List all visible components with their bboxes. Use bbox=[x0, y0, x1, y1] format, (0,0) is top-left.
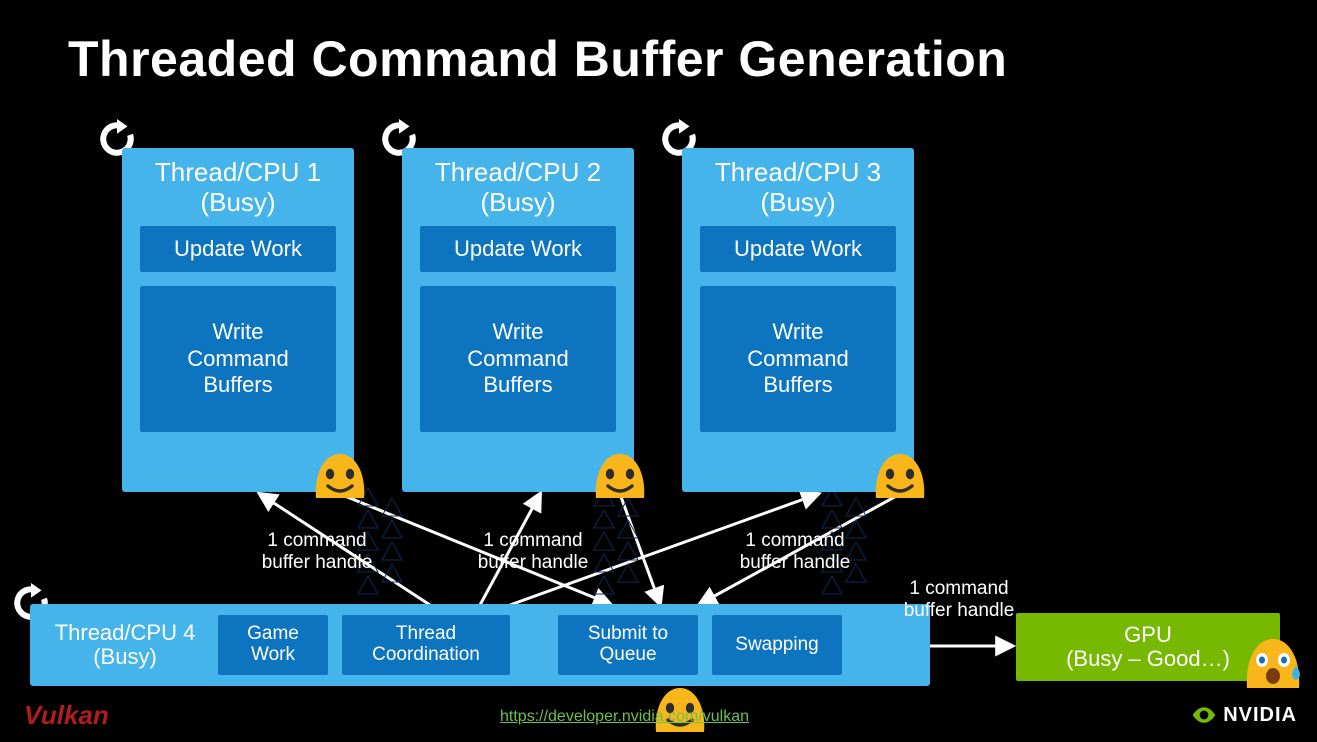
write-buffers-box: WriteCommandBuffers bbox=[140, 286, 336, 432]
game-work-box: GameWork bbox=[218, 615, 328, 675]
thread-title: Thread/CPU 1 bbox=[134, 158, 342, 188]
update-work-box: Update Work bbox=[140, 226, 336, 272]
gpu-box: GPU(Busy – Good…) bbox=[1016, 613, 1280, 681]
thread-card-2: Thread/CPU 2 (Busy) Update Work WriteCom… bbox=[402, 148, 634, 492]
thread-4-row: Thread/CPU 4 (Busy) GameWork ThreadCoord… bbox=[30, 604, 930, 686]
thread-title: Thread/CPU 2 bbox=[414, 158, 622, 188]
sweat-emoji-icon bbox=[1242, 634, 1304, 690]
swapping-box: Swapping bbox=[712, 615, 842, 675]
nvidia-text: NVIDIA bbox=[1223, 704, 1297, 727]
cb-handle-label-2: 1 commandbuffer handle bbox=[458, 530, 608, 574]
cb-handle-label-4: 1 commandbuffer handle bbox=[884, 578, 1034, 622]
cb-handle-label-1: 1 commandbuffer handle bbox=[242, 530, 392, 574]
write-buffers-box: WriteCommandBuffers bbox=[700, 286, 896, 432]
update-work-box: Update Work bbox=[700, 226, 896, 272]
thread-title: Thread/CPU 3 bbox=[694, 158, 902, 188]
happy-emoji-icon bbox=[592, 450, 648, 500]
happy-emoji-icon bbox=[312, 450, 368, 500]
thread4-title: Thread/CPU 4 (Busy) bbox=[40, 621, 210, 669]
happy-emoji-icon bbox=[872, 450, 928, 500]
thread-card-1: Thread/CPU 1 (Busy) Update Work WriteCom… bbox=[122, 148, 354, 492]
thread-subtitle: (Busy) bbox=[134, 188, 342, 218]
vulkan-logo: Vulkan bbox=[24, 700, 109, 731]
update-work-box: Update Work bbox=[420, 226, 616, 272]
thread-card-3: Thread/CPU 3 (Busy) Update Work WriteCom… bbox=[682, 148, 914, 492]
submit-to-queue-box: Submit toQueue bbox=[558, 615, 698, 675]
slide-title: Threaded Command Buffer Generation bbox=[68, 30, 1007, 88]
write-buffers-box: WriteCommandBuffers bbox=[420, 286, 616, 432]
thread-subtitle: (Busy) bbox=[694, 188, 902, 218]
slide-stage: Threaded Command Buffer Generation Threa… bbox=[0, 0, 1317, 742]
thread-coordination-box: ThreadCoordination bbox=[342, 615, 510, 675]
footer-link[interactable]: https://developer.nvidia.com/vulkan bbox=[500, 708, 749, 726]
thread-subtitle: (Busy) bbox=[414, 188, 622, 218]
nvidia-logo: NVIDIA bbox=[1191, 702, 1297, 728]
cb-handle-label-3: 1 commandbuffer handle bbox=[720, 530, 870, 574]
nvidia-eye-icon bbox=[1191, 702, 1217, 728]
